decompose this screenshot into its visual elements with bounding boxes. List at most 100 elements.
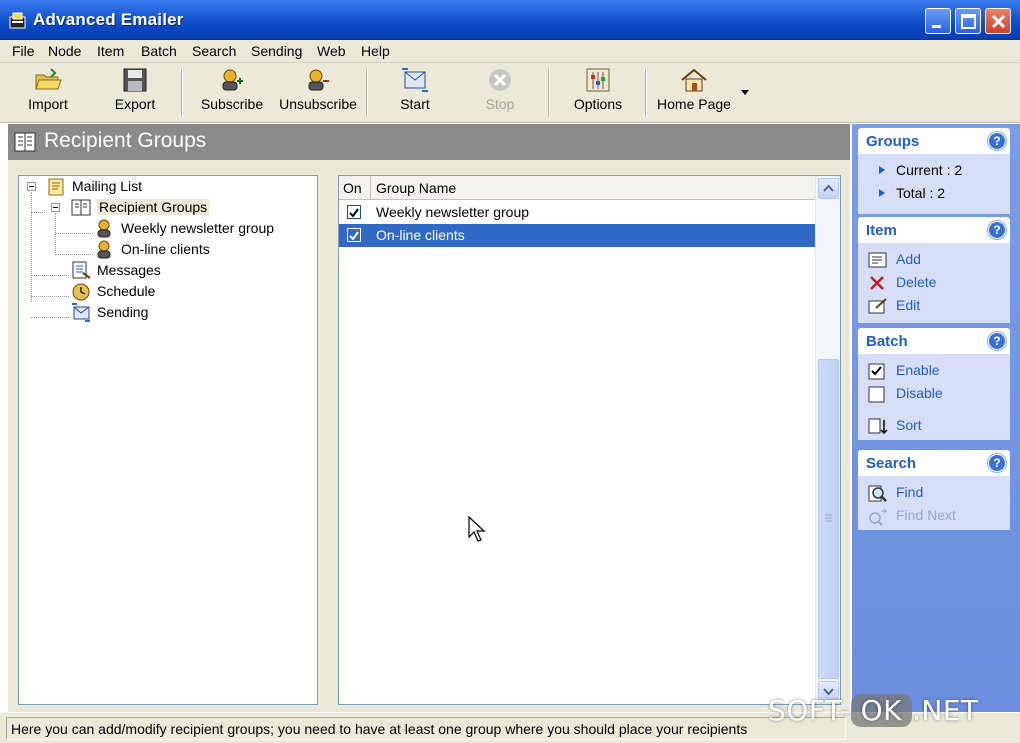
checkmark-icon <box>349 231 359 241</box>
help-icon[interactable]: ? <box>988 332 1006 350</box>
tree-label: Recipient Groups <box>97 199 210 215</box>
edit-icon <box>868 298 887 314</box>
search-panel-title: Search <box>866 455 917 472</box>
tree-node-recipient-groups[interactable]: Recipient Groups <box>19 197 299 217</box>
tree-label: On-line clients <box>121 241 210 257</box>
navigation-tree: Mailing List Recipient Groups Weekly new… <box>18 175 318 705</box>
groups-panel: Groups ? Current : 2 Total : 2 <box>858 128 1010 214</box>
panel-splitter[interactable] <box>326 160 336 712</box>
menu-batch[interactable]: Batch <box>141 43 177 59</box>
start-label: Start <box>400 96 430 112</box>
item-panel-body: Add Delete Edit <box>858 243 1010 323</box>
vertical-scrollbar[interactable] <box>815 176 840 704</box>
collapse-toggle[interactable] <box>51 203 60 212</box>
home-page-button[interactable]: Home Page <box>656 67 732 121</box>
folder-open-icon <box>35 68 62 90</box>
page-title: Recipient Groups <box>44 129 207 152</box>
stop-button[interactable]: Stop <box>480 67 520 121</box>
import-button[interactable]: Import <box>20 67 76 121</box>
options-button[interactable]: Options <box>570 67 626 121</box>
watermark-left: SOFT- <box>768 694 851 727</box>
subscribe-button[interactable]: Subscribe <box>198 67 266 121</box>
batch-panel-body: Enable Disable Sort <box>858 354 1010 440</box>
tree-node-mailing-list[interactable]: Mailing List <box>19 176 299 196</box>
group-name: Weekly newsletter group <box>376 204 530 220</box>
column-header-group-name[interactable]: Group Name <box>372 176 812 199</box>
help-icon[interactable]: ? <box>988 221 1006 239</box>
list-row[interactable]: Weekly newsletter group <box>339 201 815 224</box>
menu-help[interactable]: Help <box>361 43 390 59</box>
toolbar: Import Export Subscribe Unsubscribe Star… <box>0 63 1020 123</box>
tree-label: Messages <box>97 262 161 278</box>
batch-panel: Batch ? Enable Disable Sort <box>858 328 1010 440</box>
batch-panel-title: Batch <box>866 333 908 350</box>
menu-web[interactable]: Web <box>317 43 346 59</box>
panel-header: Recipient Groups <box>8 124 850 160</box>
search-panel: Search ? Find Find Next <box>858 450 1010 530</box>
enabled-checkbox[interactable] <box>347 228 361 242</box>
maximize-button[interactable] <box>955 8 981 34</box>
watermark-ok: OK <box>850 694 912 727</box>
tree-label: Weekly newsletter group <box>121 220 275 236</box>
unsubscribe-user-icon <box>308 69 329 91</box>
sending-mail-icon <box>72 303 90 322</box>
home-icon <box>681 68 707 92</box>
arrow-right-icon <box>879 189 885 197</box>
tree-node-messages[interactable]: Messages <box>19 260 299 280</box>
minimize-button[interactable] <box>925 8 951 34</box>
stop-icon <box>489 69 511 91</box>
help-icon[interactable]: ? <box>988 454 1006 472</box>
dropdown-arrow-icon[interactable] <box>741 90 749 96</box>
tree-label: Sending <box>97 304 149 320</box>
minimize-icon <box>932 25 941 28</box>
export-button[interactable]: Export <box>107 67 163 121</box>
menu-sending[interactable]: Sending <box>251 43 302 59</box>
item-panel-header[interactable]: Item ? <box>858 217 1010 243</box>
toolbar-separator <box>366 69 368 117</box>
address-book-icon <box>71 199 91 216</box>
menu-search[interactable]: Search <box>192 43 236 59</box>
scroll-up-button[interactable] <box>818 178 839 199</box>
toolbar-separator <box>548 69 550 117</box>
messages-icon <box>72 261 91 279</box>
groups-list: On Group Name Weekly newsletter group On… <box>338 175 841 705</box>
tree-node-sending[interactable]: Sending <box>19 302 299 322</box>
start-button[interactable]: Start <box>392 67 438 121</box>
groups-panel-body: Current : 2 Total : 2 <box>858 154 1010 214</box>
delete-icon <box>870 276 884 290</box>
item-panel: Item ? Add Delete Edit <box>858 217 1010 323</box>
status-text: Here you can add/modify recipient groups… <box>11 721 748 737</box>
help-icon[interactable]: ? <box>988 132 1006 150</box>
title-bar: Advanced Emailer <box>0 0 1020 40</box>
import-label: Import <box>28 96 68 112</box>
tree-node-group[interactable]: Weekly newsletter group <box>19 218 299 238</box>
menu-node[interactable]: Node <box>48 43 81 59</box>
address-book-icon <box>14 132 36 152</box>
user-group-icon <box>97 219 111 238</box>
subscribe-label: Subscribe <box>200 96 264 112</box>
add-icon <box>868 252 887 268</box>
unsubscribe-button[interactable]: Unsubscribe <box>278 67 358 121</box>
menu-bar: File Node Item Batch Search Sending Web … <box>0 40 1020 63</box>
tree-node-schedule[interactable]: Schedule <box>19 281 299 301</box>
tree-node-group[interactable]: On-line clients <box>19 239 299 259</box>
close-button[interactable] <box>985 8 1011 34</box>
enabled-checkbox[interactable] <box>347 205 361 219</box>
batch-panel-header[interactable]: Batch ? <box>858 328 1010 354</box>
menu-item[interactable]: Item <box>97 43 124 59</box>
toolbar-separator <box>181 69 183 117</box>
search-panel-header[interactable]: Search ? <box>858 450 1010 476</box>
list-row[interactable]: On-line clients <box>339 224 815 247</box>
groups-panel-header[interactable]: Groups ? <box>858 128 1010 154</box>
menu-file[interactable]: File <box>12 43 35 59</box>
sort-icon <box>868 418 888 435</box>
group-name: On-line clients <box>376 227 465 243</box>
scroll-thumb[interactable] <box>818 359 839 679</box>
home-page-label: Home Page <box>657 96 731 112</box>
mailing-list-icon <box>48 178 64 196</box>
checkmark-icon <box>349 208 359 218</box>
column-header-on[interactable]: On <box>339 176 371 199</box>
collapse-toggle[interactable] <box>27 182 36 191</box>
watermark: SOFT- OK .NET <box>768 694 979 727</box>
send-mail-icon <box>402 68 428 92</box>
